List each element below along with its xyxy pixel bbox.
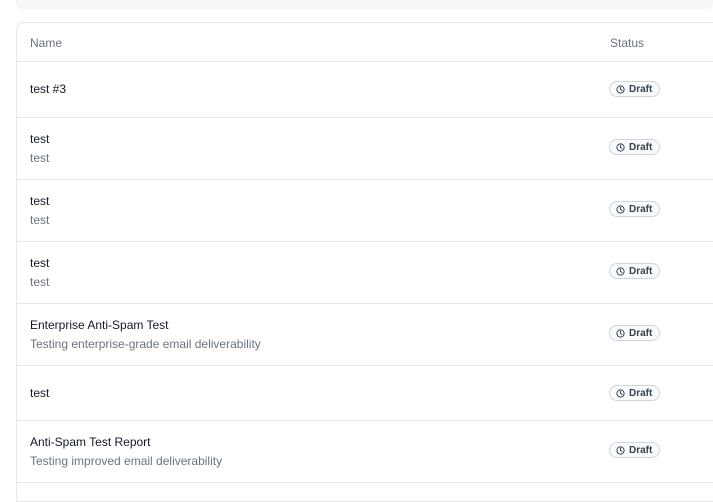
row-description: test — [30, 275, 50, 289]
status-badge: Draft — [609, 139, 661, 155]
status-badge-label: Draft — [629, 327, 653, 339]
row-description: Testing improved email deliverability — [30, 454, 223, 468]
status-badge: Draft — [609, 385, 661, 401]
clock-icon — [616, 388, 625, 398]
row-name[interactable]: Enterprise Anti-Spam Test — [30, 318, 169, 332]
row-name[interactable]: test — [30, 194, 49, 208]
status-badge: Draft — [609, 325, 661, 341]
clock-icon — [616, 266, 625, 276]
row-name[interactable]: Anti-Spam Test Report — [30, 435, 151, 449]
status-badge-label: Draft — [629, 265, 653, 277]
status-badge: Draft — [609, 81, 661, 97]
status-badge: Draft — [609, 442, 661, 458]
row-name[interactable]: test — [30, 256, 49, 270]
status-badge: Draft — [609, 201, 661, 217]
clock-icon — [616, 445, 625, 455]
column-header-status[interactable]: Status — [610, 36, 644, 50]
row-description: Testing enterprise-grade email deliverab… — [30, 337, 261, 351]
status-badge-label: Draft — [629, 203, 653, 215]
status-badge-label: Draft — [629, 83, 653, 95]
row-description: test — [30, 151, 50, 165]
clock-icon — [616, 84, 625, 94]
table-row[interactable]: test test Draft — [17, 118, 713, 180]
top-panel-edge — [16, 0, 713, 9]
table-row[interactable]: test test Draft — [17, 242, 713, 304]
tests-table: Name Status test #3 Draft test test Draf… — [16, 22, 713, 502]
table-header: Name Status — [17, 23, 713, 62]
table-row[interactable]: Anti-Spam Test Report Testing improved e… — [17, 421, 713, 483]
clock-icon — [616, 328, 625, 338]
clock-icon — [616, 142, 625, 152]
row-name[interactable]: test — [30, 132, 49, 146]
status-badge-label: Draft — [629, 444, 653, 456]
row-name[interactable]: test — [30, 386, 49, 400]
table-row[interactable]: test Draft — [17, 366, 713, 421]
status-badge-label: Draft — [629, 141, 653, 153]
row-description: test — [30, 213, 50, 227]
table-row[interactable]: Enterprise Anti-Spam Test Testing enterp… — [17, 304, 713, 366]
row-name[interactable]: test #3 — [30, 82, 66, 96]
status-badge: Draft — [609, 263, 661, 279]
table-row[interactable]: test #3 Draft — [17, 62, 713, 118]
table-row-partial — [17, 483, 713, 495]
clock-icon — [616, 204, 625, 214]
status-badge-label: Draft — [629, 387, 653, 399]
table-row[interactable]: test test Draft — [17, 180, 713, 242]
column-header-name[interactable]: Name — [30, 36, 62, 50]
